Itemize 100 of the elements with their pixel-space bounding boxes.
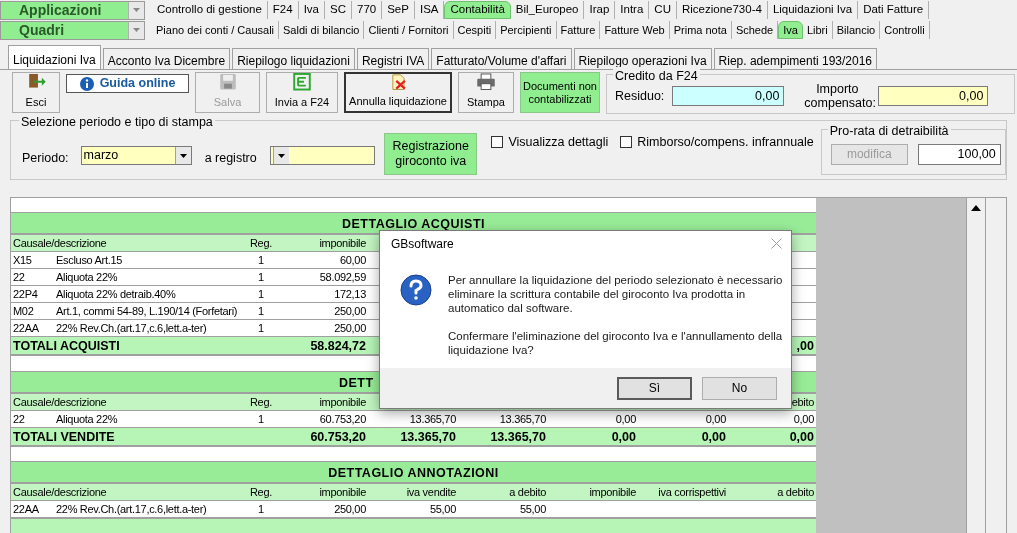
dialog-message: Per annullare la liquidazione del periodo selezionato è necessario eliminare la scrittura contabile del giroconto Iva prodotta in automatico dal software. bbox=[448, 273, 784, 315]
table-cell: 55,00 bbox=[519, 502, 546, 515]
dialog-button[interactable]: No bbox=[702, 376, 777, 400]
total-value: 13.365,70 bbox=[490, 429, 546, 444]
cancel-button[interactable]: Annulla liquidazione bbox=[344, 72, 452, 113]
column-header: Reg. bbox=[249, 395, 272, 408]
total-value: 0,00 bbox=[611, 429, 636, 444]
menu-tab[interactable]: Percipienti bbox=[496, 21, 557, 39]
page-tab[interactable]: Fatturato/Volume d'affari bbox=[431, 48, 572, 69]
menu-tab[interactable]: Fatture bbox=[556, 21, 601, 39]
table-cell: 22 bbox=[13, 271, 25, 284]
checkbox[interactable]: Rimborso/compens. infrannuale bbox=[620, 133, 814, 152]
menu-tab[interactable]: Liquidazioni Iva bbox=[767, 1, 859, 19]
menu-tab[interactable]: F24 bbox=[267, 1, 299, 19]
menu-tab[interactable]: Prima nota bbox=[669, 21, 732, 39]
input-field[interactable]: 0,00 bbox=[878, 86, 989, 106]
menu-tab[interactable]: Bil_Europeo bbox=[510, 1, 585, 19]
dropdown-arrow-icon bbox=[277, 153, 285, 158]
menu-tab[interactable]: Contabilità bbox=[444, 1, 511, 19]
menu-tab[interactable]: Fatture Web bbox=[600, 21, 670, 39]
page-tab[interactable]: Riep. adempimenti 193/2016 bbox=[713, 48, 878, 69]
page-tab[interactable]: Riepilogo operazioni Iva bbox=[573, 48, 712, 69]
menu-tab[interactable]: Irap bbox=[584, 1, 616, 19]
scroll-up-icon[interactable] bbox=[971, 205, 981, 211]
menu-tab[interactable]: Iva bbox=[298, 1, 325, 19]
column-header: iva vendite bbox=[406, 485, 456, 498]
column-header: imponibile bbox=[319, 485, 366, 498]
menu-combo[interactable]: Applicazioni bbox=[0, 0, 145, 20]
table-cell: 172,13 bbox=[334, 288, 366, 301]
table-cell: 0,00 bbox=[793, 412, 814, 425]
table-cell: Aliquota 22% bbox=[56, 412, 118, 425]
print-button[interactable]: Stampa bbox=[458, 72, 514, 113]
column-header: Causale/descrizione bbox=[13, 395, 107, 408]
total-value: TOTALI ACQUISTI bbox=[13, 339, 120, 354]
dialog-title: GBsoftware bbox=[391, 235, 454, 253]
menu-tab[interactable]: Intra bbox=[615, 1, 650, 19]
table-cell: 0,00 bbox=[705, 412, 726, 425]
page-tab[interactable]: Liquidazioni Iva bbox=[8, 45, 101, 69]
exit-button[interactable]: Esci bbox=[12, 72, 60, 113]
field-label: a registro bbox=[204, 150, 257, 167]
table-cell: Aliquota 22% bbox=[56, 271, 118, 284]
column-header: imponibile bbox=[319, 237, 366, 250]
post-button[interactable]: Registrazione giroconto iva bbox=[383, 133, 478, 175]
document-cross-icon bbox=[392, 74, 406, 90]
table-cell: 250,00 bbox=[334, 305, 366, 318]
input-field[interactable]: 0,00 bbox=[672, 86, 785, 106]
menu-combo[interactable]: Quadri bbox=[0, 20, 145, 40]
table-cell: 22% Rev.Ch.(art.17,c.6,lett.a-ter) bbox=[56, 322, 207, 335]
menu-tab[interactable]: SC bbox=[325, 1, 352, 19]
total-value: 60.753,20 bbox=[310, 429, 366, 444]
input-field[interactable]: 100,00 bbox=[917, 143, 1001, 165]
checkbox[interactable]: Visualizza dettagli bbox=[491, 133, 609, 152]
menu-tab[interactable]: Piano dei conti / Causali bbox=[152, 21, 279, 39]
menu-tab[interactable]: Saldi di bilancio bbox=[279, 21, 365, 39]
save-icon bbox=[219, 73, 236, 90]
menu-tab[interactable]: Cespiti bbox=[453, 21, 497, 39]
menu-tab[interactable]: Libri bbox=[802, 21, 833, 39]
dropdown-arrow-icon bbox=[133, 28, 140, 32]
table-cell: Escluso Art.15 bbox=[56, 254, 123, 267]
menu-tab[interactable]: Ricezione730-4 bbox=[676, 1, 768, 19]
menu-tab[interactable]: Bilancio bbox=[832, 21, 881, 39]
menu-tab[interactable]: 770 bbox=[352, 1, 383, 19]
column-header: imponibile bbox=[589, 485, 636, 498]
column-header: Causale/descrizione bbox=[13, 237, 107, 250]
menu-tab[interactable]: Controllo di gestione bbox=[152, 1, 268, 19]
dropdown-arrow-icon bbox=[179, 153, 187, 158]
table-cell: 1 bbox=[258, 412, 264, 425]
table-cell: 22P4 bbox=[13, 288, 38, 301]
total-value: 13.365,70 bbox=[400, 429, 456, 444]
table-cell: 58.092,59 bbox=[319, 271, 366, 284]
dropdown-field[interactable]: marzo bbox=[80, 146, 192, 165]
table-cell: 1 bbox=[258, 322, 264, 335]
section-title: DETTAGLIO ANNOTAZIONI bbox=[328, 465, 499, 480]
menu-tab[interactable]: SeP bbox=[382, 1, 415, 19]
help-button[interactable]: Guida online bbox=[66, 74, 189, 93]
table-cell: 250,00 bbox=[334, 322, 366, 335]
total-value: 58.824,72 bbox=[310, 339, 366, 354]
close-icon[interactable] bbox=[771, 238, 782, 249]
menu-tab[interactable]: Iva bbox=[778, 21, 803, 39]
table-cell: X15 bbox=[13, 254, 32, 267]
f24-button[interactable]: Invia a F24 bbox=[266, 72, 338, 113]
menu-tab[interactable]: Clienti / Fornitori bbox=[364, 21, 454, 39]
table-cell: 22AA bbox=[13, 502, 39, 515]
total-value: ,00 bbox=[796, 339, 814, 354]
page-tab[interactable]: Registri IVA bbox=[356, 48, 430, 69]
exit-icon bbox=[29, 73, 46, 88]
menu-tab[interactable]: Controlli bbox=[880, 21, 930, 39]
menu-tab[interactable]: Dati Fatture bbox=[858, 1, 930, 19]
dialog-button[interactable]: Sì bbox=[617, 376, 692, 400]
question-icon bbox=[400, 274, 432, 306]
table-cell: 1 bbox=[258, 502, 264, 515]
page-tab[interactable]: Riepilogo liquidazioni bbox=[232, 48, 355, 69]
dropdown-field[interactable] bbox=[269, 146, 375, 165]
table-cell: 13.365,70 bbox=[499, 412, 546, 425]
menu-tab[interactable]: CU bbox=[649, 1, 677, 19]
documents-button[interactable]: Documenti non contabilizzati bbox=[520, 72, 600, 113]
table-cell: 60,00 bbox=[339, 254, 366, 267]
table-cell: 0,00 bbox=[615, 412, 636, 425]
page-tab[interactable]: Acconto Iva Dicembre bbox=[102, 48, 231, 69]
table-cell: 1 bbox=[258, 288, 264, 301]
